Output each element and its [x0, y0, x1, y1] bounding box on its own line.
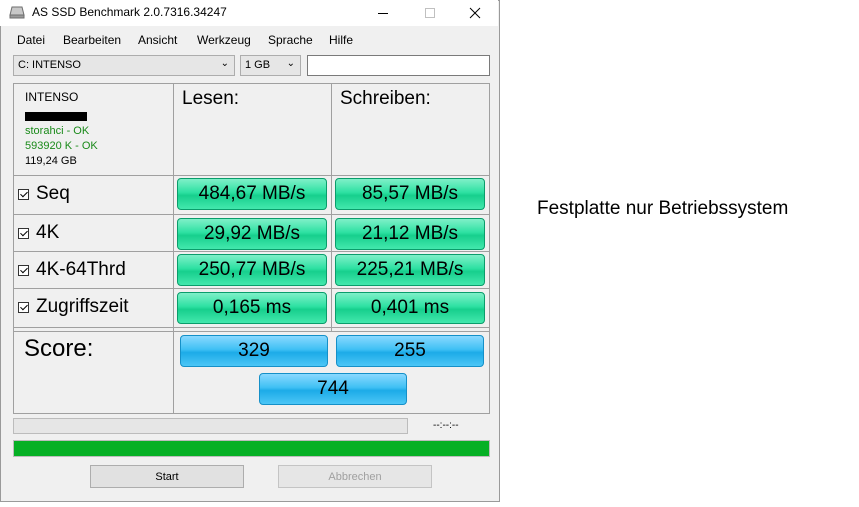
4k64-read-value: 250,77 MB/s: [177, 254, 327, 286]
test-seq[interactable]: Seq: [18, 183, 70, 205]
test-seq-label: Seq: [36, 183, 70, 204]
test-progress-bar: [13, 418, 408, 434]
grid-divider: [13, 175, 490, 176]
checkbox-checked-icon[interactable]: [18, 264, 29, 276]
access-write-value: 0,401 ms: [335, 292, 485, 324]
elapsed-time: --:--:--: [433, 420, 459, 431]
minimize-button[interactable]: [360, 0, 406, 26]
grid-divider: [13, 288, 490, 289]
size-select[interactable]: 1 GB ⌄: [240, 55, 301, 76]
abort-button[interactable]: Abbrechen: [278, 465, 432, 488]
score-label: Score:: [24, 335, 94, 362]
alignment-status: 593920 K - OK: [25, 140, 98, 152]
score-total: 744: [259, 373, 407, 405]
menu-hilfe[interactable]: Hilfe: [329, 33, 353, 47]
checkbox-checked-icon[interactable]: [18, 301, 29, 313]
access-read-value: 0,165 ms: [177, 292, 327, 324]
write-header: Schreiben:: [340, 88, 431, 109]
menu-datei[interactable]: Datei: [17, 33, 45, 47]
chevron-down-icon: ⌄: [220, 58, 229, 69]
menu-ansicht[interactable]: Ansicht: [138, 33, 177, 47]
4k64-write-value: 225,21 MB/s: [335, 254, 485, 286]
driver-status: storahci - OK: [25, 125, 90, 137]
grid-divider: [13, 214, 490, 215]
grid-divider: [13, 251, 490, 252]
size-select-value: 1 GB: [245, 59, 271, 71]
test-4k[interactable]: 4K: [18, 222, 59, 244]
redacted-bar: [25, 112, 87, 121]
drive-select-value: C: INTENSO: [18, 59, 81, 71]
drive-select[interactable]: C: INTENSO ⌄: [13, 55, 235, 76]
test-access[interactable]: Zugriffszeit: [18, 296, 129, 318]
minimize-icon: [378, 13, 388, 14]
4k-write-value: 21,12 MB/s: [335, 218, 485, 250]
close-button[interactable]: [452, 0, 498, 26]
drive-icon: [9, 6, 25, 19]
score-read: 329: [180, 335, 328, 367]
close-icon: [469, 7, 481, 19]
maximize-icon: [425, 8, 435, 18]
score-write: 255: [336, 335, 484, 367]
test-access-label: Zugriffszeit: [36, 296, 129, 317]
menu-sprache[interactable]: Sprache: [268, 33, 313, 47]
read-header: Lesen:: [182, 88, 240, 109]
maximize-button[interactable]: [407, 0, 453, 26]
grid-divider: [13, 327, 490, 328]
overall-progress-bar: [13, 440, 490, 457]
menu-werkzeug[interactable]: Werkzeug: [197, 33, 251, 47]
test-4k64-label: 4K-64Thrd: [36, 259, 126, 280]
grid-divider: [173, 83, 174, 414]
info-text-field[interactable]: [307, 55, 490, 76]
overall-progress-fill: [14, 441, 489, 456]
grid-divider: [13, 331, 490, 332]
seq-write-value: 85,57 MB/s: [335, 178, 485, 210]
checkbox-checked-icon[interactable]: [18, 188, 29, 200]
grid-divider: [331, 83, 332, 332]
menu-bearbeiten[interactable]: Bearbeiten: [63, 33, 121, 47]
test-4k-label: 4K: [36, 222, 60, 243]
drive-name: INTENSO: [25, 90, 79, 104]
chevron-down-icon: ⌄: [286, 58, 295, 69]
test-4k64[interactable]: 4K-64Thrd: [18, 259, 126, 281]
checkbox-checked-icon[interactable]: [18, 227, 29, 239]
start-button[interactable]: Start: [90, 465, 244, 488]
caption-text: Festplatte nur Betriebssystem: [537, 198, 789, 219]
4k-read-value: 29,92 MB/s: [177, 218, 327, 250]
drive-capacity: 119,24 GB: [25, 155, 77, 167]
window-title: AS SSD Benchmark 2.0.7316.34247: [32, 5, 227, 19]
seq-read-value: 484,67 MB/s: [177, 178, 327, 210]
